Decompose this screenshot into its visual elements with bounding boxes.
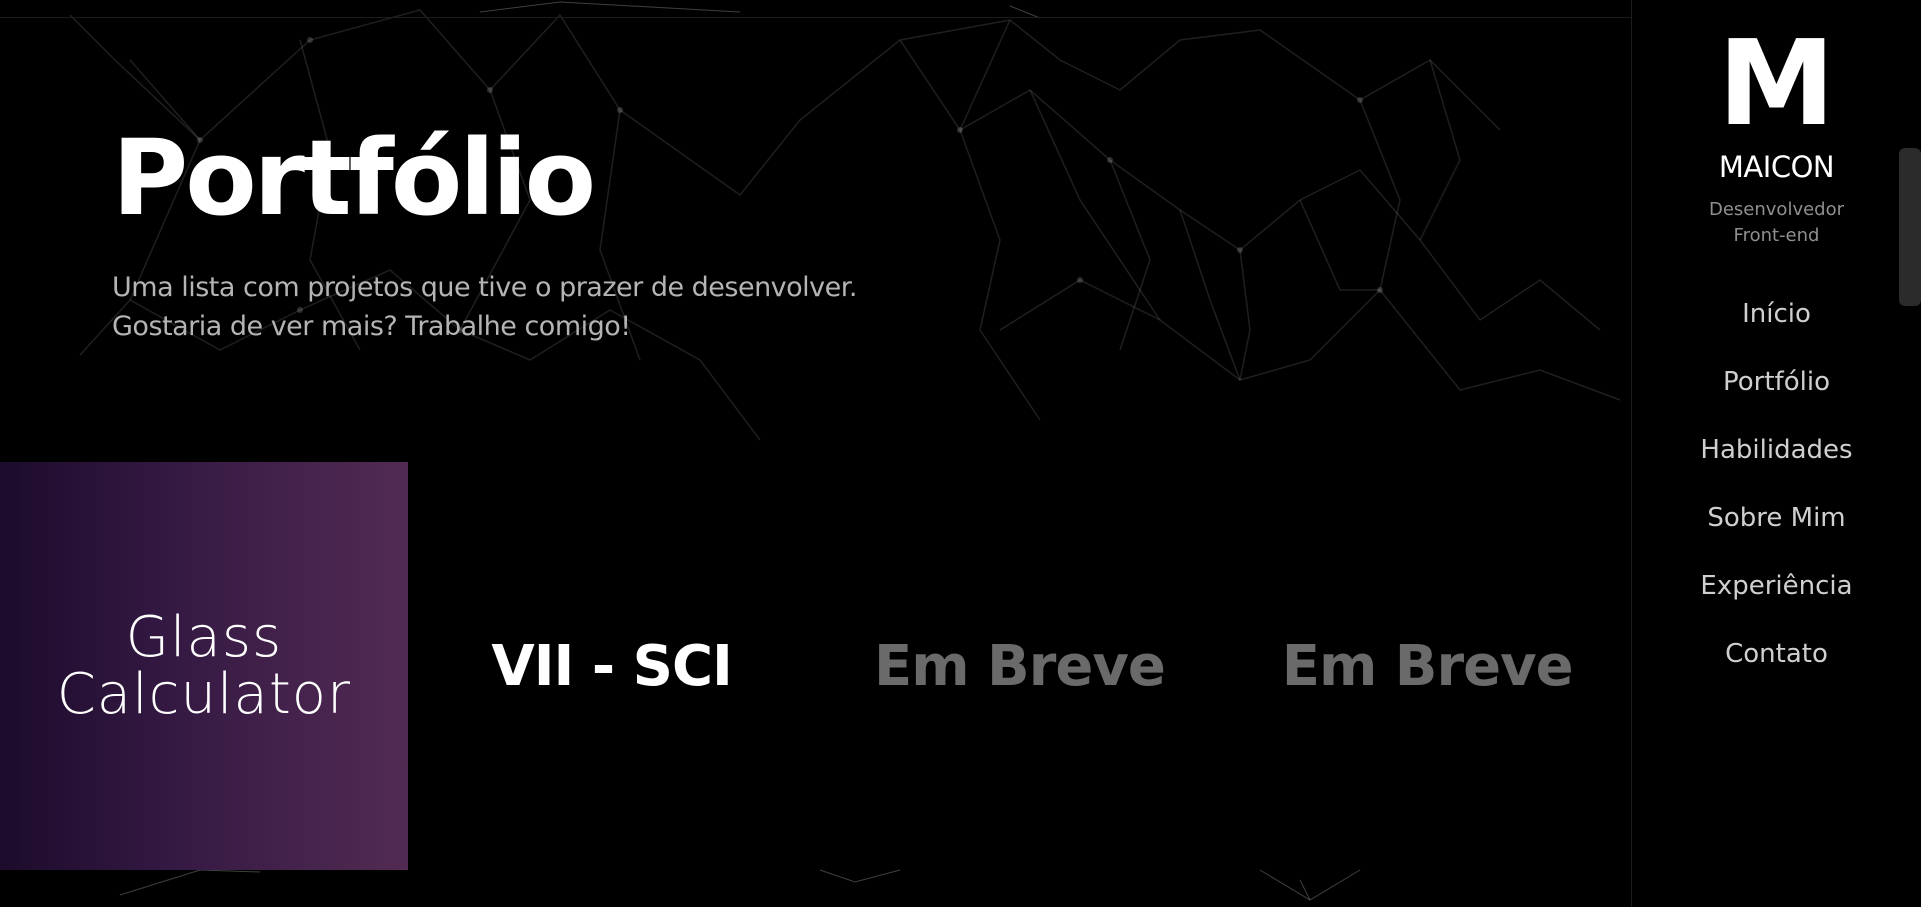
- page-title: Portfólio: [112, 117, 596, 239]
- nav-item-inicio[interactable]: Início: [1632, 294, 1921, 362]
- project-title: VII - SCI: [491, 633, 733, 699]
- project-card-vii-sci[interactable]: VII - SCI: [408, 462, 816, 870]
- main-nav: Início Portfólio Habilidades Sobre Mim E…: [1632, 294, 1921, 702]
- page-subtitle: Uma lista com projetos que tive o prazer…: [112, 268, 857, 346]
- project-title: Em Breve: [873, 633, 1166, 699]
- nav-item-experiencia[interactable]: Experiência: [1632, 566, 1921, 634]
- subtitle-line-2: Gostaria de ver mais? Trabalhe comigo!: [112, 311, 631, 342]
- scrollbar-thumb[interactable]: [1899, 148, 1921, 306]
- project-title: Em Breve: [1281, 633, 1574, 699]
- project-grid: Glass Calculator VII - SCI Em Breve Em B…: [0, 462, 1631, 870]
- nav-item-sobre-mim[interactable]: Sobre Mim: [1632, 498, 1921, 566]
- project-title-line-2: Calculator: [56, 662, 352, 727]
- project-card-coming-soon-1[interactable]: Em Breve: [816, 462, 1224, 870]
- project-title-line-1: Glass: [125, 605, 283, 670]
- sidebar: M MAICON Desenvolvedor Front-end Início …: [1631, 0, 1921, 907]
- top-divider: [0, 17, 1631, 18]
- owner-name: MAICON: [1718, 150, 1835, 184]
- nav-item-portfolio[interactable]: Portfólio: [1632, 362, 1921, 430]
- nav-item-habilidades[interactable]: Habilidades: [1632, 430, 1921, 498]
- project-title: Glass Calculator: [57, 609, 351, 723]
- project-card-coming-soon-2[interactable]: Em Breve: [1223, 462, 1631, 870]
- owner-role: Desenvolvedor Front-end: [1632, 197, 1921, 249]
- project-card-glass-calculator[interactable]: Glass Calculator: [0, 462, 408, 870]
- role-line-2: Front-end: [1733, 225, 1820, 246]
- subtitle-line-1: Uma lista com projetos que tive o prazer…: [112, 272, 857, 303]
- role-line-1: Desenvolvedor: [1708, 199, 1845, 220]
- portfolio-hero: Portfólio Uma lista com projetos que tiv…: [112, 118, 857, 346]
- logo[interactable]: M: [1632, 18, 1921, 148]
- nav-item-contato[interactable]: Contato: [1632, 634, 1921, 702]
